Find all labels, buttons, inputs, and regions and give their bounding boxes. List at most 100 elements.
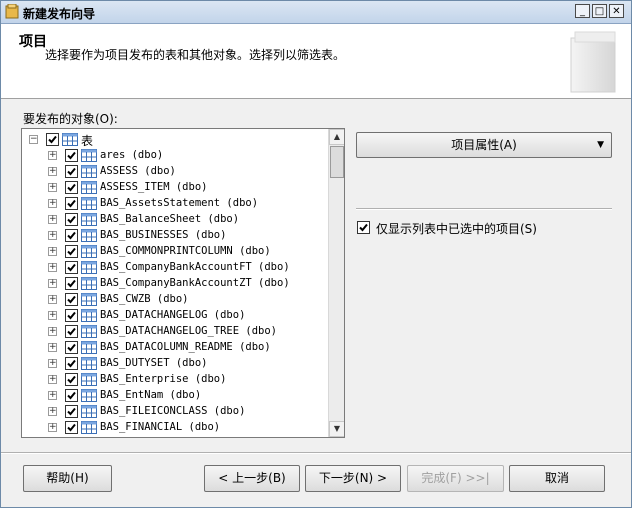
item-checkbox[interactable]	[65, 165, 78, 178]
show-only-checked-label[interactable]: 仅显示列表中已选中的项目(S)	[376, 220, 537, 237]
expand-icon[interactable]: +	[48, 359, 57, 368]
expand-icon[interactable]: +	[48, 391, 57, 400]
tree-item-label: BAS_DATACHANGELOG (dbo)	[100, 309, 246, 321]
expand-icon[interactable]: +	[48, 343, 57, 352]
tree-item-row[interactable]: + BAS_AssetsStatement (dbo)	[22, 195, 328, 211]
window-title: 新建发布向导	[23, 7, 96, 21]
table-icon	[81, 261, 97, 274]
tree-item-row[interactable]: + BAS_DATACOLUMN_README (dbo)	[22, 339, 328, 355]
tree-item-row[interactable]: + BAS_FINANCIAL (dbo)	[22, 419, 328, 435]
item-checkbox[interactable]	[65, 341, 78, 354]
finish-button[interactable]: 完成(F) >>|	[407, 465, 504, 492]
expand-icon[interactable]: +	[48, 279, 57, 288]
scroll-thumb[interactable]	[330, 146, 344, 178]
item-checkbox[interactable]	[65, 261, 78, 274]
item-checkbox[interactable]	[65, 149, 78, 162]
right-separator	[356, 208, 612, 210]
next-button[interactable]: 下一步(N) >	[305, 465, 401, 492]
tree-item-row[interactable]: + BAS_BalanceSheet (dbo)	[22, 211, 328, 227]
tree-item-row[interactable]: + BAS_CWZB (dbo)	[22, 291, 328, 307]
scroll-up-icon[interactable]: ▲	[329, 129, 344, 145]
tree-item-label: BAS_AssetsStatement (dbo)	[100, 197, 259, 209]
minimize-button[interactable]: _	[575, 4, 590, 18]
table-icon	[81, 181, 97, 194]
item-checkbox[interactable]	[65, 357, 78, 370]
tree-item-row[interactable]: + ASSESS (dbo)	[22, 163, 328, 179]
item-checkbox[interactable]	[65, 197, 78, 210]
tree-item-row[interactable]: + BAS_CompanyBankAccountZT (dbo)	[22, 275, 328, 291]
tree-item-label: BAS_DATACHANGELOG_TREE (dbo)	[100, 325, 278, 337]
collapse-icon[interactable]: −	[29, 135, 38, 144]
item-properties-button[interactable]: 项目属性(A) ▼	[356, 132, 612, 158]
help-button-label: 帮助(H)	[46, 471, 89, 485]
item-checkbox[interactable]	[65, 245, 78, 258]
help-button[interactable]: 帮助(H)	[23, 465, 112, 492]
tree-item-label: BAS_EntNam (dbo)	[100, 389, 202, 401]
tree-item-row[interactable]: + BAS_CompanyBankAccountFT (dbo)	[22, 259, 328, 275]
item-checkbox[interactable]	[65, 325, 78, 338]
tree-item-label: BAS_BalanceSheet (dbo)	[100, 213, 240, 225]
tree-item-row[interactable]: + BAS_EntNam (dbo)	[22, 387, 328, 403]
expand-icon[interactable]: +	[48, 167, 57, 176]
expand-icon[interactable]: +	[48, 407, 57, 416]
tree-scrollbar[interactable]: ▲ ▼	[328, 129, 344, 437]
item-checkbox[interactable]	[65, 309, 78, 322]
tree-item-row[interactable]: + BAS_Enterprise (dbo)	[22, 371, 328, 387]
expand-icon[interactable]: +	[48, 247, 57, 256]
title-bar[interactable]: 新建发布向导 _ □ ✕	[1, 1, 631, 24]
maximize-button[interactable]: □	[592, 4, 607, 18]
expand-icon[interactable]: +	[48, 327, 57, 336]
item-checkbox[interactable]	[65, 181, 78, 194]
item-checkbox[interactable]	[65, 421, 78, 434]
expand-icon[interactable]: +	[48, 263, 57, 272]
root-checkbox[interactable]	[46, 133, 59, 146]
tree-item-label: BAS_COMMONPRINTCOLUMN (dbo)	[100, 245, 271, 257]
tree-item-row[interactable]: + BAS_BUSINESSES (dbo)	[22, 227, 328, 243]
expand-icon[interactable]: +	[48, 183, 57, 192]
objects-tree[interactable]: − 表 + ares (dbo) + ASSESS (dbo) + ASSESS_ITEM…	[21, 128, 345, 438]
table-icon	[81, 165, 97, 178]
tree-content: − 表 + ares (dbo) + ASSESS (dbo) + ASSESS_ITEM…	[22, 129, 328, 437]
tree-item-label: ASSESS_ITEM (dbo)	[100, 181, 208, 193]
close-button[interactable]: ✕	[609, 4, 624, 18]
dropdown-arrow-icon: ▼	[597, 140, 604, 150]
item-checkbox[interactable]	[65, 277, 78, 290]
tree-item-row[interactable]: + BAS_FILEICONCLASS (dbo)	[22, 403, 328, 419]
tree-item-row[interactable]: + BAS_DATACHANGELOG (dbo)	[22, 307, 328, 323]
tree-item-row[interactable]: + BAS_DATACHANGELOG_TREE (dbo)	[22, 323, 328, 339]
expand-icon[interactable]: +	[48, 375, 57, 384]
table-icon	[81, 245, 97, 258]
show-only-checked-checkbox[interactable]	[357, 221, 370, 234]
publication-wizard-window: 新建发布向导 _ □ ✕ 项目 选择要作为项目发布的表和其他对象。选择列以筛选表…	[0, 0, 632, 508]
cancel-button[interactable]: 取消	[509, 465, 605, 492]
table-icon	[81, 405, 97, 418]
tree-item-label: BAS_BUSINESSES (dbo)	[100, 229, 227, 241]
table-icon	[81, 341, 97, 354]
table-icon	[81, 293, 97, 306]
item-checkbox[interactable]	[65, 389, 78, 402]
item-checkbox[interactable]	[65, 405, 78, 418]
back-button[interactable]: < 上一步(B)	[204, 465, 300, 492]
tree-item-row[interactable]: + BAS_DUTYSET (dbo)	[22, 355, 328, 371]
item-checkbox[interactable]	[65, 293, 78, 306]
item-checkbox[interactable]	[65, 229, 78, 242]
expand-icon[interactable]: +	[48, 231, 57, 240]
scroll-down-icon[interactable]: ▼	[329, 421, 344, 437]
tree-item-row[interactable]: + BAS_COMMONPRINTCOLUMN (dbo)	[22, 243, 328, 259]
expand-icon[interactable]: +	[48, 295, 57, 304]
tree-item-row[interactable]: + ares (dbo)	[22, 147, 328, 163]
tree-root-row[interactable]: − 表	[22, 131, 328, 148]
tree-item-label: BAS_CompanyBankAccountZT (dbo)	[100, 277, 290, 289]
item-checkbox[interactable]	[65, 373, 78, 386]
wizard-banner-icon	[570, 31, 616, 93]
tree-item-label: ASSESS (dbo)	[100, 165, 176, 177]
tree-item-row[interactable]: + ASSESS_ITEM (dbo)	[22, 179, 328, 195]
back-button-label: < 上一步(B)	[218, 471, 286, 485]
table-icon	[81, 197, 97, 210]
expand-icon[interactable]: +	[48, 311, 57, 320]
expand-icon[interactable]: +	[48, 151, 57, 160]
item-checkbox[interactable]	[65, 213, 78, 226]
expand-icon[interactable]: +	[48, 215, 57, 224]
expand-icon[interactable]: +	[48, 423, 57, 432]
expand-icon[interactable]: +	[48, 199, 57, 208]
